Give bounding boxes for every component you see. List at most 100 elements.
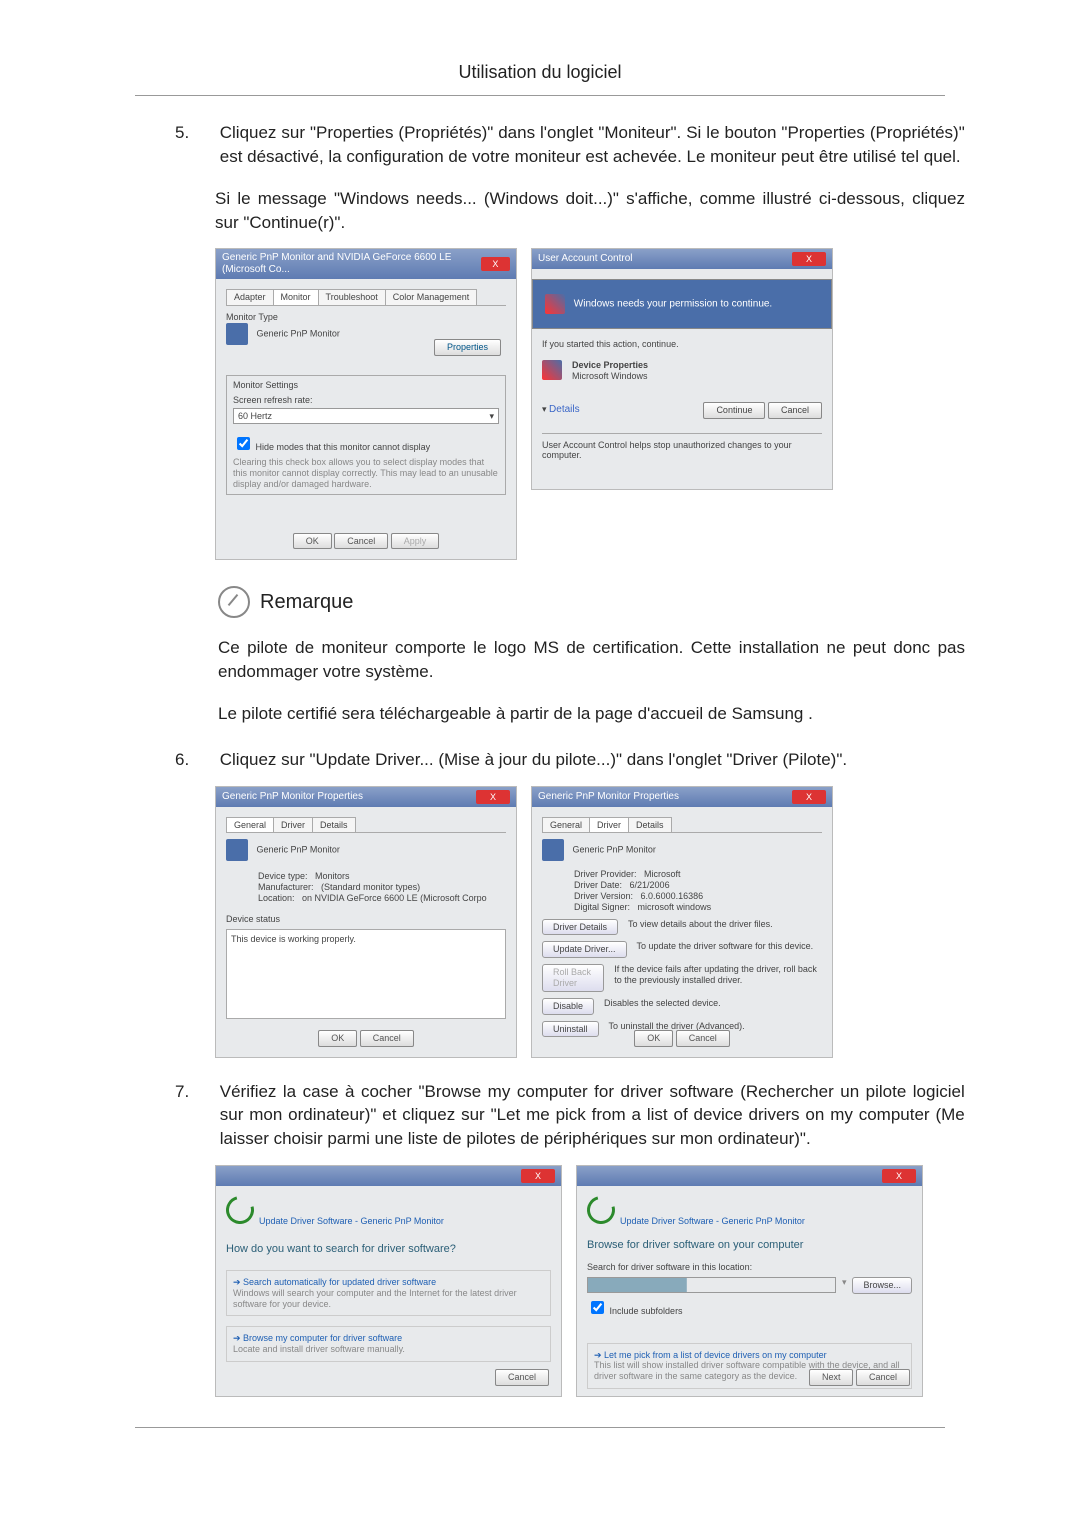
ok-button[interactable]: OK: [318, 1030, 357, 1047]
dp-v: Microsoft: [644, 869, 681, 879]
tab-general[interactable]: General: [226, 817, 274, 833]
option-browse[interactable]: ➔ Browse my computer for driver software…: [226, 1326, 551, 1362]
update-driver-button[interactable]: Update Driver...: [542, 941, 627, 958]
include-subfolders-label: Include subfolders: [610, 1306, 683, 1316]
step-5-sub: Si le message "Windows needs... (Windows…: [215, 187, 965, 235]
option-auto[interactable]: ➔ Search automatically for updated drive…: [226, 1270, 551, 1316]
shield-icon: [542, 360, 562, 380]
device-status-l: Device status: [226, 914, 506, 925]
refresh-select[interactable]: 60 Hertz▾: [233, 408, 499, 425]
note-p2: Le pilote certifié sera téléchargeable à…: [218, 702, 965, 726]
sig-l: Digital Signer:: [574, 902, 630, 912]
step-6-text: Cliquez sur "Update Driver... (Mise à jo…: [220, 748, 965, 772]
uac-headline: Windows needs your permission to continu…: [574, 299, 772, 310]
include-subfolders-checkbox[interactable]: [591, 1301, 604, 1314]
monitor-icon: [542, 839, 564, 861]
properties-button[interactable]: Properties: [434, 339, 501, 356]
c2-monitor-name: Generic PnP Monitor: [573, 845, 656, 855]
monitor-icon: [226, 839, 248, 861]
ok-button[interactable]: OK: [634, 1030, 673, 1047]
hide-modes-label: Hide modes that this monitor cannot disp…: [256, 442, 431, 452]
next-button[interactable]: Next: [809, 1369, 854, 1386]
dv-l: Driver Version:: [574, 891, 633, 901]
c1-monitor-name: Generic PnP Monitor: [257, 845, 340, 855]
screenshot-driver-tab: Generic PnP Monitor PropertiesX General …: [531, 786, 833, 1058]
uac-footer: User Account Control helps stop unauthor…: [542, 433, 822, 462]
tab-details[interactable]: Details: [312, 817, 356, 833]
close-icon[interactable]: X: [481, 257, 510, 271]
ms-windows-label: Microsoft Windows: [572, 371, 648, 382]
tab-driver[interactable]: Driver: [589, 817, 629, 833]
pick-title: Let me pick from a list of device driver…: [604, 1350, 827, 1360]
rollback-button[interactable]: Roll Back Driver: [542, 964, 604, 992]
disable-button[interactable]: Disable: [542, 998, 594, 1015]
close-icon[interactable]: X: [792, 790, 826, 804]
apply-button[interactable]: Apply: [391, 533, 440, 550]
tab-color-mgmt[interactable]: Color Management: [385, 289, 478, 305]
close-icon[interactable]: X: [882, 1169, 916, 1183]
step-7-text: Vérifiez la case à cocher "Browse my com…: [220, 1080, 965, 1151]
step-7-number: 7.: [175, 1080, 215, 1104]
cancel-button[interactable]: Cancel: [360, 1030, 414, 1047]
monitor-settings-label: Monitor Settings: [233, 380, 499, 391]
tab-monitor[interactable]: Monitor: [273, 289, 319, 305]
close-icon[interactable]: X: [792, 252, 826, 266]
device-status-box: This device is working properly.: [226, 929, 506, 1019]
tab-driver[interactable]: Driver: [273, 817, 313, 833]
refresh-label: Screen refresh rate:: [233, 395, 499, 406]
path-input[interactable]: [587, 1277, 836, 1293]
chevron-down-icon[interactable]: ▾: [842, 1277, 847, 1294]
winA-tabs[interactable]: Adapter Monitor Troubleshoot Color Manag…: [226, 289, 506, 306]
dd-v: 6/21/2006: [630, 880, 670, 890]
b4-desc: Disables the selected device.: [604, 998, 721, 1015]
monitor-type-label: Monitor Type: [226, 312, 506, 323]
dd-l: Driver Date:: [574, 880, 622, 890]
d2-crumb: Update Driver Software - Generic PnP Mon…: [620, 1216, 805, 1226]
browse-button[interactable]: Browse...: [852, 1277, 912, 1294]
tab-troubleshoot[interactable]: Troubleshoot: [318, 289, 386, 305]
screenshot-uac: User Account Control X Windows needs you…: [531, 248, 833, 490]
cancel-button[interactable]: Cancel: [676, 1030, 730, 1047]
step-6-number: 6.: [175, 748, 215, 772]
continue-button[interactable]: Continue: [703, 402, 765, 419]
cancel-button[interactable]: Cancel: [495, 1369, 549, 1386]
winC2-tabs[interactable]: General Driver Details: [542, 817, 822, 834]
cancel-button[interactable]: Cancel: [334, 533, 388, 550]
winB-title: User Account Control: [538, 253, 633, 265]
close-icon[interactable]: X: [476, 790, 510, 804]
winC1-tabs[interactable]: General Driver Details: [226, 817, 506, 834]
hide-modes-checkbox[interactable]: [237, 437, 250, 450]
close-icon[interactable]: X: [521, 1169, 555, 1183]
shield-icon: [545, 294, 565, 314]
b3-desc: If the device fails after updating the d…: [614, 964, 822, 992]
cancel-button[interactable]: Cancel: [856, 1369, 910, 1386]
page-title: Utilisation du logiciel: [0, 0, 1080, 85]
tab-adapter[interactable]: Adapter: [226, 289, 274, 305]
screenshot-monitor-props: Generic PnP Monitor and NVIDIA GeForce 6…: [215, 248, 517, 560]
note-p1: Ce pilote de moniteur comporte le logo M…: [218, 636, 965, 684]
header-divider: [135, 95, 945, 96]
monitor-name: Generic PnP Monitor: [257, 328, 340, 338]
driver-details-button[interactable]: Driver Details: [542, 919, 618, 936]
cancel-button[interactable]: Cancel: [768, 402, 822, 419]
ok-button[interactable]: OK: [293, 533, 332, 550]
dv-v: 6.0.6000.16386: [641, 891, 704, 901]
d1-crumb: Update Driver Software - Generic PnP Mon…: [259, 1216, 444, 1226]
tab-details[interactable]: Details: [628, 817, 672, 833]
winA-title: Generic PnP Monitor and NVIDIA GeForce 6…: [222, 252, 481, 276]
device-type-l: Device type:: [258, 871, 308, 881]
dp-l: Driver Provider:: [574, 869, 637, 879]
hide-modes-desc: Clearing this check box allows you to se…: [233, 457, 499, 489]
d2-prompt: Search for driver software in this locat…: [587, 1262, 912, 1273]
details-link[interactable]: Details: [549, 404, 580, 415]
loc-v: on NVIDIA GeForce 6600 LE (Microsoft Cor…: [302, 893, 487, 903]
sig-v: microsoft windows: [638, 902, 712, 912]
d1-question: How do you want to search for driver sof…: [226, 1243, 551, 1256]
screenshot-browse-driver: X Update Driver Software - Generic PnP M…: [576, 1165, 923, 1397]
o2-title: Browse my computer for driver software: [243, 1333, 402, 1343]
tab-general[interactable]: General: [542, 817, 590, 833]
b2-desc: To update the driver software for this d…: [637, 941, 814, 958]
device-properties-label: Device Properties: [572, 360, 648, 371]
screenshot-driver-general: Generic PnP Monitor Properties X General …: [215, 786, 517, 1058]
winC1-title: Generic PnP Monitor Properties: [222, 791, 363, 803]
